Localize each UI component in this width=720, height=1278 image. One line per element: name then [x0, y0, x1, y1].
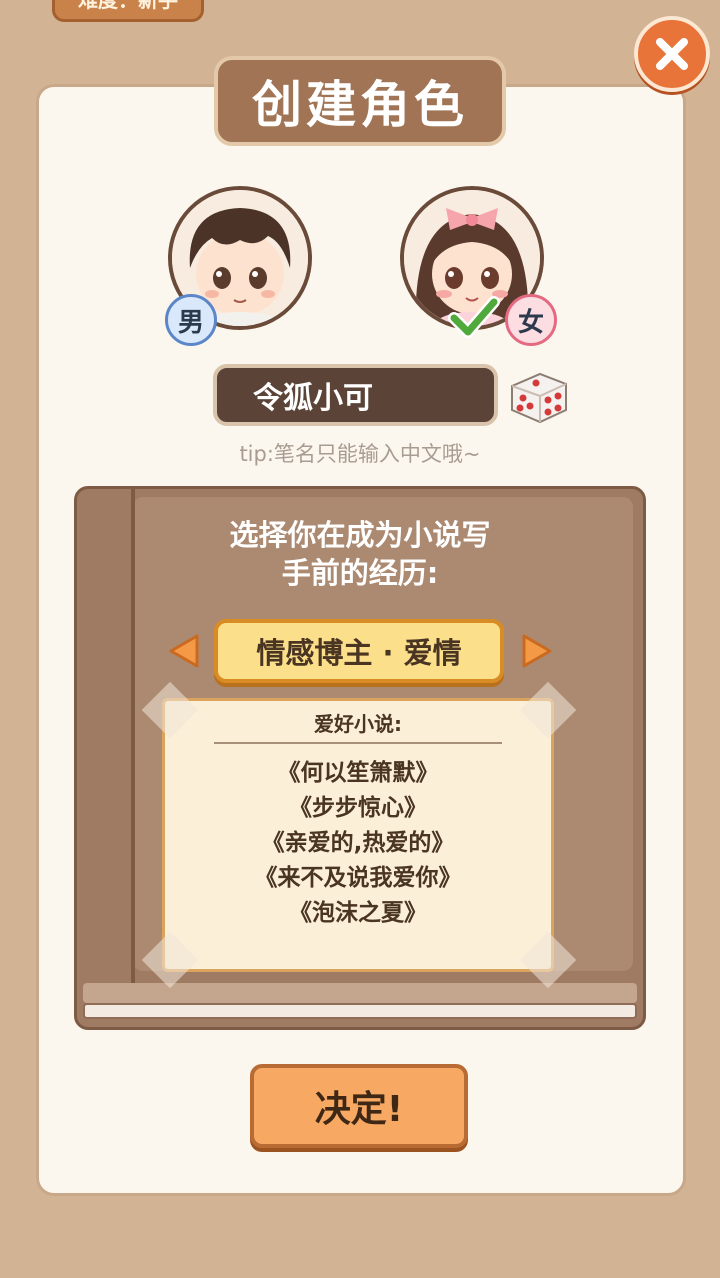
- list-item: 《亲爱的,热爱的》: [261, 830, 455, 856]
- pen-name-input[interactable]: 令狐小可: [213, 364, 498, 426]
- divider: [214, 742, 502, 744]
- list-item: 《泡沫之夏》: [289, 900, 427, 926]
- arrow-left-icon[interactable]: [167, 632, 201, 670]
- confirm-button[interactable]: 决定!: [250, 1064, 468, 1148]
- close-button[interactable]: [634, 16, 710, 92]
- experience-selector[interactable]: 情感博主 · 爱情: [214, 619, 504, 683]
- list-item: 《步步惊心》: [289, 795, 427, 821]
- prompt-line-1: 选择你在成为小说写: [229, 518, 491, 552]
- male-badge[interactable]: 男: [165, 294, 217, 346]
- difficulty-label: 难度：新手: [78, 0, 178, 12]
- arrow-right-icon[interactable]: [520, 632, 554, 670]
- list-item: 《何以笙箫默》: [277, 760, 439, 786]
- prompt-line-2: 手前的经历:: [281, 556, 439, 590]
- book-page-edge-light: [83, 1003, 637, 1019]
- novel-list: 《何以笙箫默》 《步步惊心》 《亲爱的,热爱的》 《来不及说我爱你》 《泡沫之夏…: [162, 756, 554, 931]
- difficulty-tab[interactable]: 难度：新手: [52, 0, 204, 22]
- list-item: 《来不及说我爱你》: [254, 865, 462, 891]
- close-icon: [656, 38, 688, 70]
- female-badge[interactable]: 女: [505, 294, 557, 346]
- dice-icon[interactable]: [506, 366, 570, 426]
- check-icon: [448, 296, 500, 338]
- name-tip: tip:笔名只能输入中文哦~: [239, 442, 481, 466]
- experience-prompt: 选择你在成为小说写 手前的经历:: [180, 516, 540, 592]
- hobby-title: 爱好小说:: [314, 712, 402, 736]
- page-title: 创建角色: [214, 56, 506, 146]
- book-spine: [131, 489, 135, 1001]
- book-page-edge: [83, 983, 637, 1003]
